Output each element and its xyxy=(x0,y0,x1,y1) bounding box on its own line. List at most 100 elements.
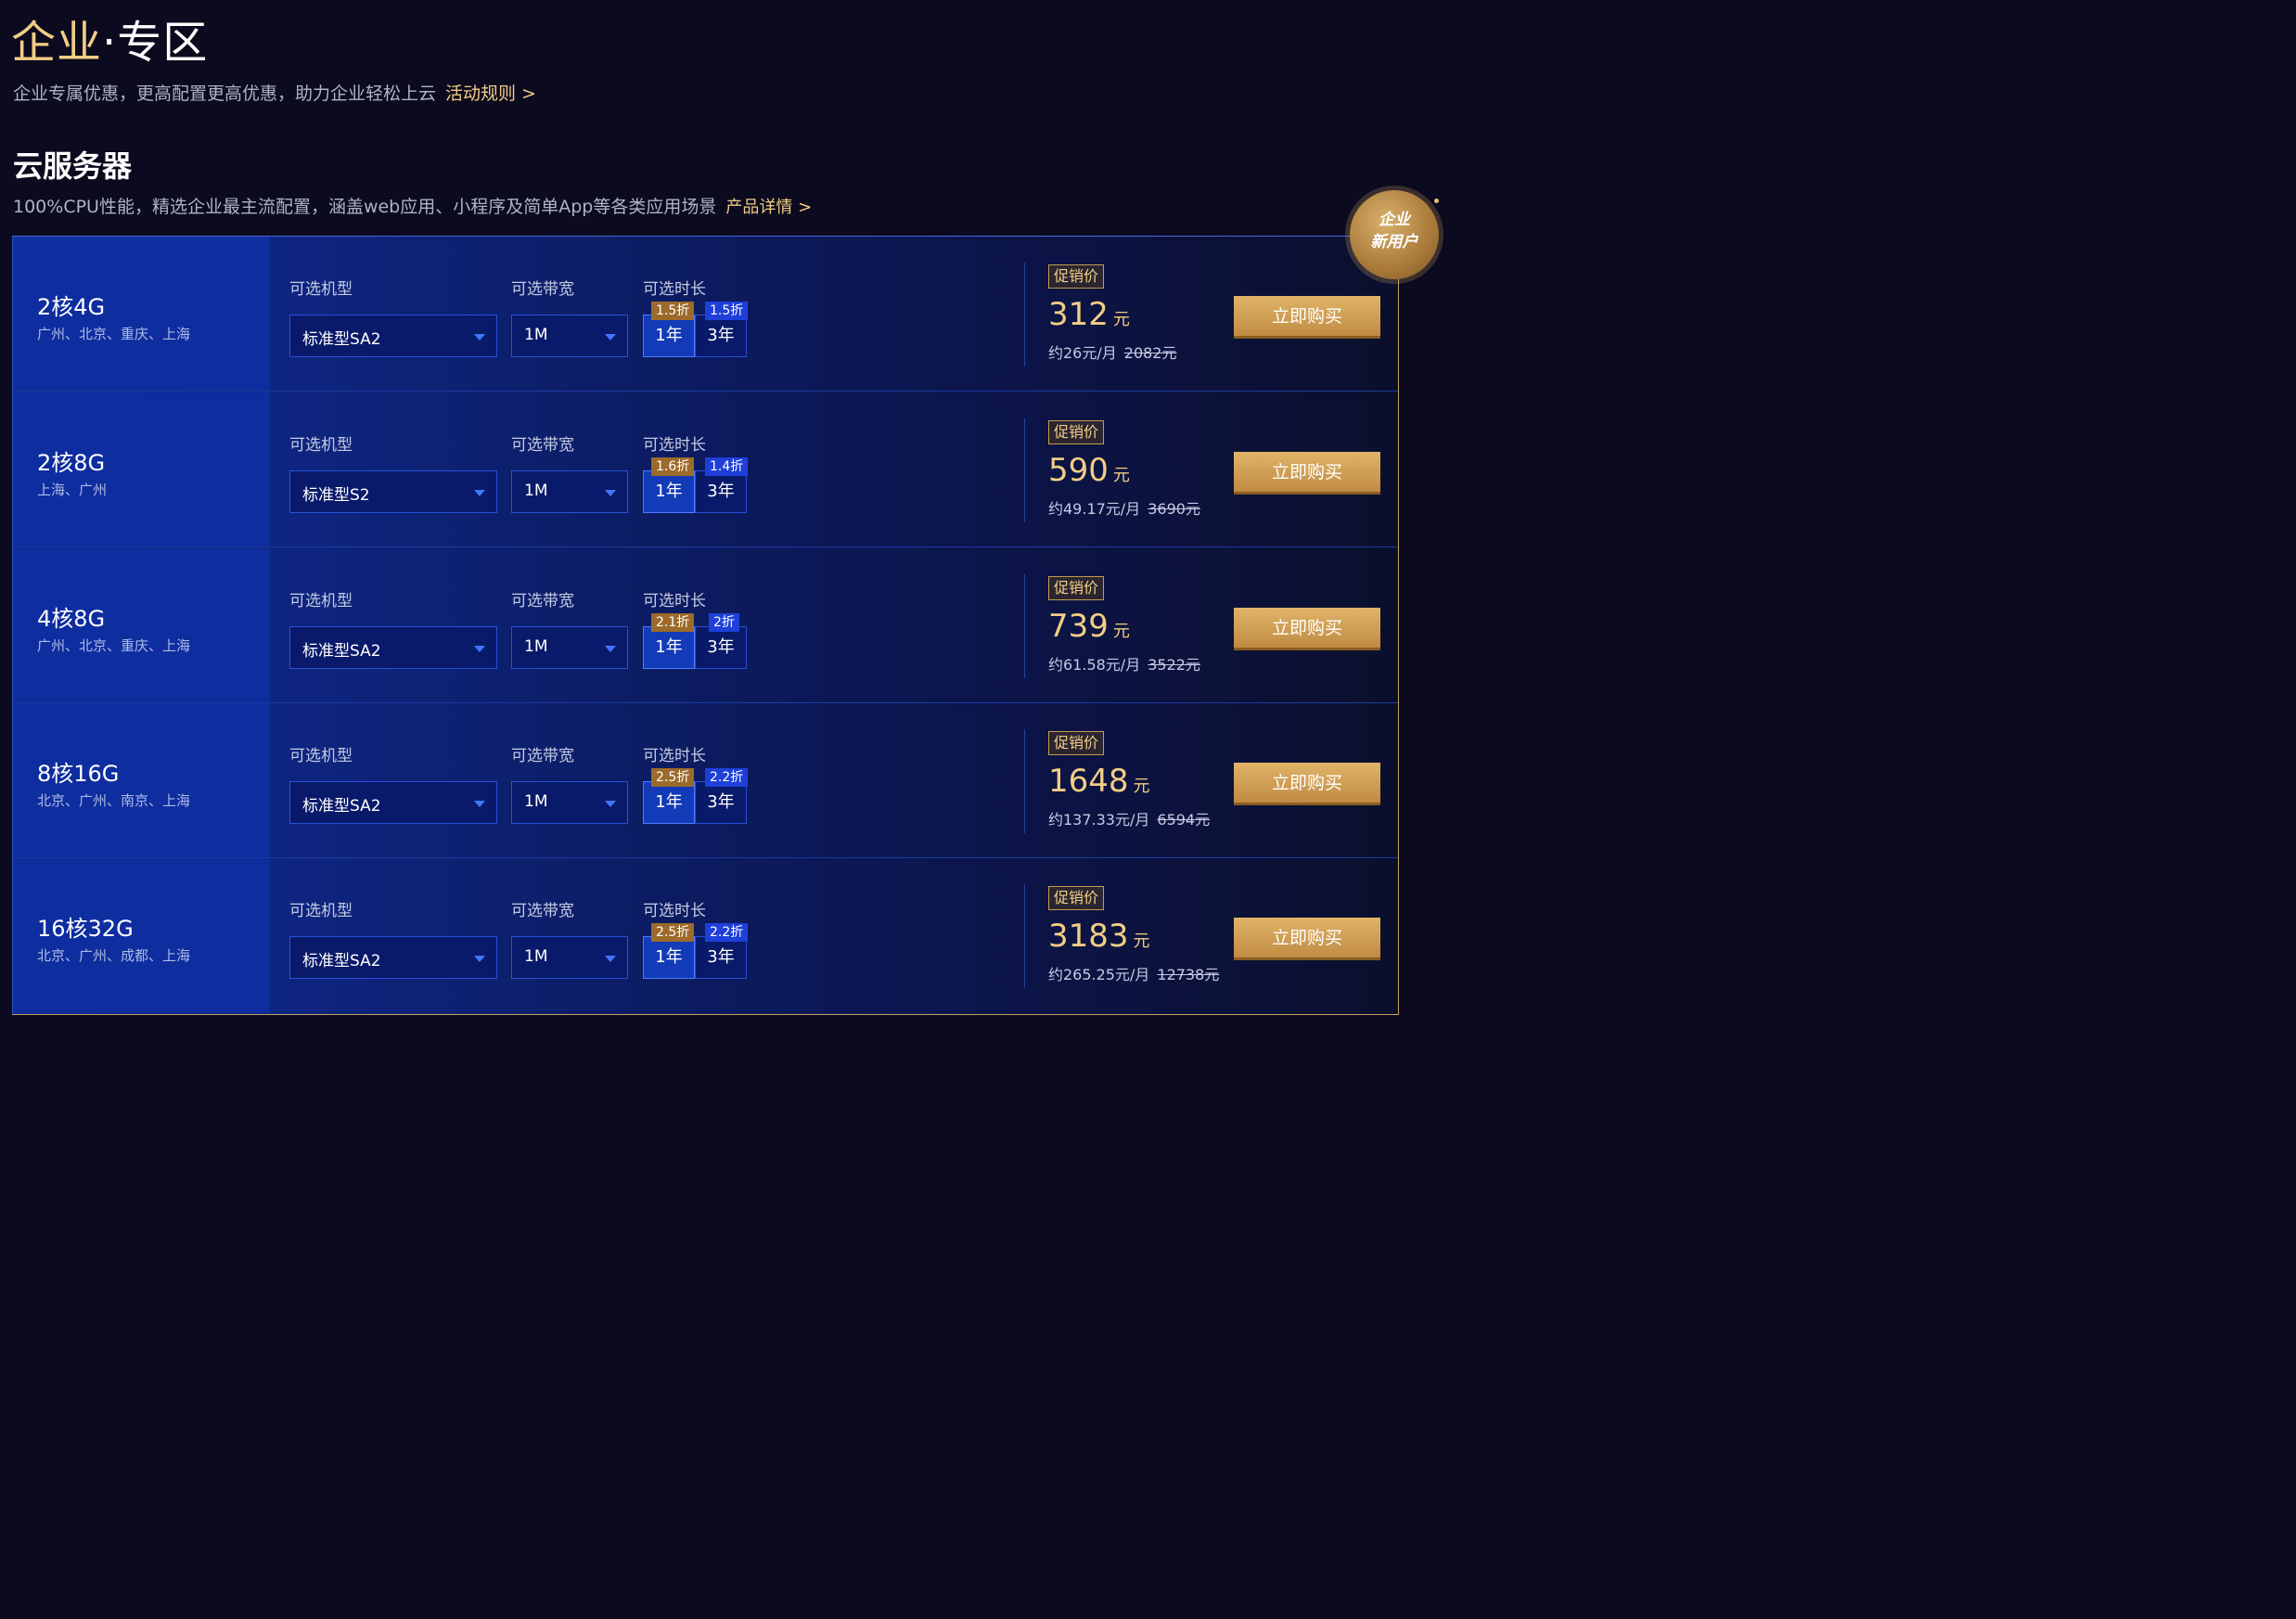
duration-option-3y[interactable]: 3年 xyxy=(695,781,747,824)
model-select[interactable]: 标准型SA2 xyxy=(289,626,497,669)
buy-now-button[interactable]: 立即购买 xyxy=(1234,608,1380,650)
model-label: 可选机型 xyxy=(289,436,353,455)
duration-option-3y[interactable]: 3年 xyxy=(695,626,747,669)
product-row: 16核32G 北京、广州、成都、上海 可选机型 可选带宽 可选时长 标准型SA2… xyxy=(13,858,1398,1013)
product-name: 4核8G xyxy=(37,606,106,632)
bandwidth-label: 可选带宽 xyxy=(511,747,574,765)
duration-option-3y[interactable]: 3年 xyxy=(695,936,747,979)
discount-tag-3y: 2.2折 xyxy=(705,923,749,942)
bandwidth-label: 可选带宽 xyxy=(511,436,574,455)
monthly-price-value: 约61.58元/月 xyxy=(1048,656,1141,674)
duration-label: 可选时长 xyxy=(643,592,706,610)
promo-price: 739 元 xyxy=(1048,608,1130,645)
product-row: 2核8G 上海、广州 可选机型 可选带宽 可选时长 标准型S2 1M 1年 3年… xyxy=(13,392,1398,547)
bandwidth-select-value: 1M xyxy=(524,482,548,500)
chevron-down-icon xyxy=(474,490,485,496)
product-name: 8核16G xyxy=(37,761,120,787)
duration-label: 可选时长 xyxy=(643,280,706,299)
chevron-down-icon xyxy=(474,956,485,962)
bandwidth-select[interactable]: 1M xyxy=(511,470,628,513)
chevron-down-icon xyxy=(474,801,485,807)
product-regions: 上海、广州 xyxy=(37,482,108,498)
badge-line1: 企业 xyxy=(1379,211,1410,229)
product-table: 2核4G 广州、北京、重庆、上海 可选机型 可选带宽 可选时长 标准型SA2 1… xyxy=(12,236,1399,1015)
buy-now-button[interactable]: 立即购买 xyxy=(1234,763,1380,805)
chevron-down-icon xyxy=(605,490,616,496)
chevron-down-icon xyxy=(605,334,616,341)
monthly-price: 约49.17元/月 3690元 xyxy=(1048,496,1200,519)
model-select-value: 标准型S2 xyxy=(302,486,370,505)
bandwidth-select[interactable]: 1M xyxy=(511,315,628,357)
duration-option-1y[interactable]: 1年 xyxy=(643,470,695,513)
discount-tag-3y: 2.2折 xyxy=(705,768,749,787)
model-select[interactable]: 标准型SA2 xyxy=(289,315,497,357)
chevron-down-icon xyxy=(474,334,485,341)
monthly-price: 约137.33元/月 6594元 xyxy=(1048,807,1210,829)
promo-badge: 促销价 xyxy=(1048,576,1105,600)
original-price: 6594元 xyxy=(1157,811,1211,829)
badge-line2: 新用户 xyxy=(1370,233,1418,251)
chevron-down-icon xyxy=(605,801,616,807)
product-name: 2核8G xyxy=(37,450,106,476)
product-detail-link[interactable]: 产品详情 > xyxy=(725,198,812,217)
duration-option-3y[interactable]: 3年 xyxy=(695,315,747,357)
model-select-value: 标准型SA2 xyxy=(302,642,381,661)
section-title: 云服务器 xyxy=(13,148,133,184)
product-name-cell: 8核16G 北京、广州、南京、上海 xyxy=(13,703,270,857)
model-select[interactable]: 标准型S2 xyxy=(289,470,497,513)
price-value: 3183 xyxy=(1048,918,1129,955)
duration-option-3y[interactable]: 3年 xyxy=(695,470,747,513)
bandwidth-select-value: 1M xyxy=(524,637,548,656)
model-select-value: 标准型SA2 xyxy=(302,797,381,816)
promo-price: 3183 元 xyxy=(1048,918,1150,955)
monthly-price-value: 约26元/月 xyxy=(1048,344,1117,362)
original-price: 12738元 xyxy=(1157,966,1220,983)
duration-option-1y[interactable]: 1年 xyxy=(643,781,695,824)
duration-option-1y[interactable]: 1年 xyxy=(643,315,695,357)
duration-label: 可选时长 xyxy=(643,436,706,455)
promo-badge: 促销价 xyxy=(1048,264,1105,289)
product-row: 2核4G 广州、北京、重庆、上海 可选机型 可选带宽 可选时长 标准型SA2 1… xyxy=(13,237,1398,392)
discount-tag-3y: 1.5折 xyxy=(705,302,749,320)
product-name-cell: 16核32G 北京、广州、成都、上海 xyxy=(13,858,270,1013)
duration-option-1y[interactable]: 1年 xyxy=(643,626,695,669)
bandwidth-select[interactable]: 1M xyxy=(511,781,628,824)
model-select[interactable]: 标准型SA2 xyxy=(289,936,497,979)
model-select[interactable]: 标准型SA2 xyxy=(289,781,497,824)
divider xyxy=(1024,729,1025,833)
price-value: 1648 xyxy=(1048,763,1129,800)
product-name: 16核32G xyxy=(37,916,134,942)
promo-price: 1648 元 xyxy=(1048,763,1150,800)
model-label: 可选机型 xyxy=(289,902,353,920)
buy-now-button[interactable]: 立即购买 xyxy=(1234,452,1380,495)
original-price: 3690元 xyxy=(1148,500,1200,518)
product-regions: 广州、北京、重庆、上海 xyxy=(37,637,191,654)
divider xyxy=(1024,418,1025,522)
discount-tag-1y: 2.5折 xyxy=(651,768,695,787)
model-select-value: 标准型SA2 xyxy=(302,330,381,349)
duration-label: 可选时长 xyxy=(643,902,706,920)
buy-now-button[interactable]: 立即购买 xyxy=(1234,918,1380,960)
chevron-down-icon xyxy=(474,646,485,652)
price-unit: 元 xyxy=(1112,622,1130,641)
enterprise-new-user-badge: 企业 新用户 xyxy=(1350,190,1439,279)
discount-tag-1y: 1.5折 xyxy=(651,302,695,320)
chevron-down-icon xyxy=(605,646,616,652)
bandwidth-select[interactable]: 1M xyxy=(511,626,628,669)
activity-rules-link[interactable]: 活动规则 > xyxy=(445,84,536,104)
price-unit: 元 xyxy=(1112,466,1130,485)
duration-option-1y[interactable]: 1年 xyxy=(643,936,695,979)
bandwidth-select[interactable]: 1M xyxy=(511,936,628,979)
buy-now-button[interactable]: 立即购买 xyxy=(1234,296,1380,339)
bandwidth-label: 可选带宽 xyxy=(511,902,574,920)
product-name: 2核4G xyxy=(37,294,106,320)
original-price: 2082元 xyxy=(1123,344,1177,362)
divider xyxy=(1024,574,1025,678)
page-title: 企业·专区 xyxy=(11,6,208,71)
decorative-dot xyxy=(1434,199,1439,203)
page-subtitle-text: 企业专属优惠，更高配置更高优惠，助力企业轻松上云 xyxy=(13,84,437,104)
model-select-value: 标准型SA2 xyxy=(302,952,381,970)
badge-text: 企业 新用户 xyxy=(1350,209,1439,253)
bandwidth-select-value: 1M xyxy=(524,947,548,966)
product-name-cell: 2核8G 上海、广州 xyxy=(13,392,270,546)
